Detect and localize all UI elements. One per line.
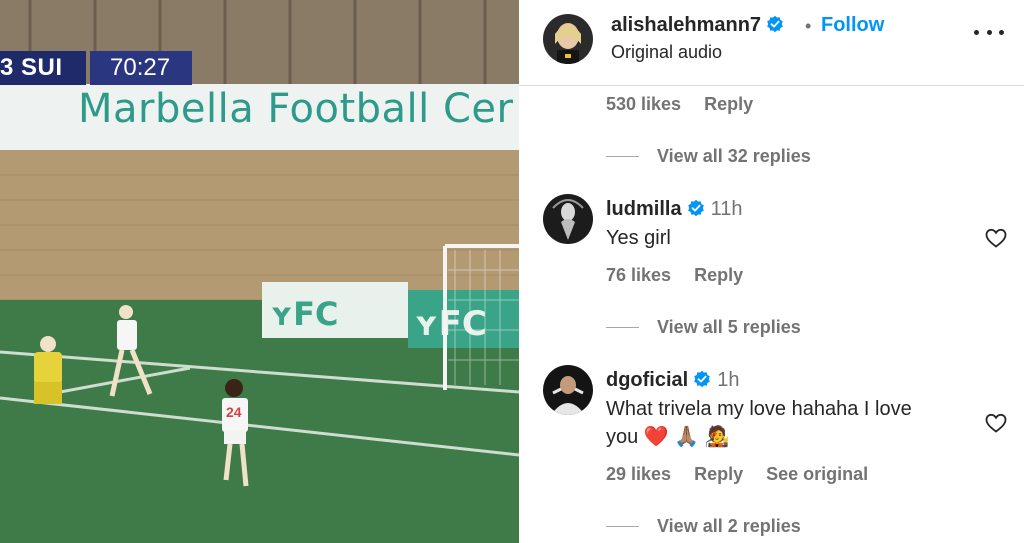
likes-count[interactable]: 530 likes (606, 94, 681, 114)
header-separator: • (805, 16, 812, 36)
comment-actions: 76 likes Reply (606, 265, 761, 286)
author-avatar[interactable] (543, 14, 593, 64)
reply-button[interactable]: Reply (694, 265, 743, 285)
original-audio-link[interactable]: Original audio (611, 42, 722, 63)
stadium-banner: Marbella Football Cer (78, 86, 514, 132)
verified-badge-icon (767, 15, 783, 33)
scoreboard-team: 3 SUI (0, 51, 86, 85)
likes-count[interactable]: 76 likes (606, 265, 671, 285)
replies-divider (606, 327, 639, 328)
follow-button[interactable]: Follow (821, 14, 884, 37)
scoreboard-clock: 70:27 (90, 51, 192, 85)
heart-outline-icon[interactable] (984, 411, 1008, 435)
commenter-username[interactable]: ludmilla 11h (606, 198, 742, 221)
commenter-username-text[interactable]: ludmilla (606, 198, 682, 220)
view-replies-button[interactable]: View all 5 replies (606, 317, 801, 338)
svg-text:ʏFC: ʏFC (270, 295, 339, 333)
comments-panel: alishalehmann7 • Follow Original audio 5… (519, 0, 1024, 543)
commenter-username-text[interactable]: dgoficial (606, 369, 688, 391)
view-replies-label[interactable]: View all 2 replies (657, 516, 801, 537)
commenter-avatar[interactable] (543, 365, 593, 415)
verified-badge-icon (687, 199, 704, 217)
view-replies-label[interactable]: View all 32 replies (657, 146, 811, 167)
see-original-button[interactable]: See original (766, 464, 868, 484)
video-player[interactable]: ʏFC ʏFC 3 SUI 70:27 Marbella Football Ce… (0, 0, 519, 543)
more-options-icon[interactable] (974, 22, 1004, 42)
comment-actions: 530 likes Reply (606, 94, 771, 115)
comment-actions: 29 likes Reply See original (606, 464, 886, 485)
heart-outline-icon[interactable] (984, 226, 1008, 250)
likes-count[interactable]: 29 likes (606, 464, 671, 484)
svg-text:ʏFC: ʏFC (414, 304, 487, 344)
comment-timestamp: 1h (717, 369, 740, 391)
jersey-number: 24 (226, 404, 242, 420)
replies-divider (606, 156, 639, 157)
reply-button[interactable]: Reply (704, 94, 753, 114)
author-username-text[interactable]: alishalehmann7 (611, 14, 761, 36)
verified-badge-icon (694, 370, 711, 388)
comment-text: Yes girl (606, 227, 671, 249)
comment-timestamp: 11h (710, 198, 743, 220)
comment-text: What trivela my love hahaha I love you ❤… (606, 398, 912, 448)
commenter-avatar[interactable] (543, 194, 593, 244)
commenter-username[interactable]: dgoficial 1h (606, 369, 739, 392)
post-header: alishalehmann7 • Follow Original audio (519, 0, 1024, 86)
replies-divider (606, 526, 639, 527)
view-replies-button[interactable]: View all 2 replies (606, 516, 801, 537)
author-username[interactable]: alishalehmann7 (611, 14, 784, 37)
view-replies-label[interactable]: View all 5 replies (657, 317, 801, 338)
reply-button[interactable]: Reply (694, 464, 743, 484)
view-replies-button[interactable]: View all 32 replies (606, 146, 811, 167)
scoreboard: 3 SUI 70:27 (0, 51, 192, 85)
